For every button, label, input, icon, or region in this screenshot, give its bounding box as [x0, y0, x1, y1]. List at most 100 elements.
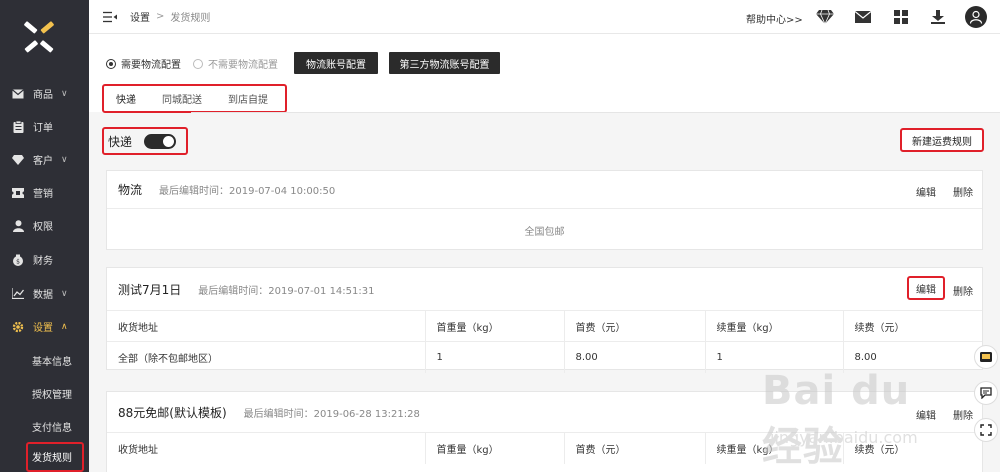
column-header: 续费（元） — [843, 432, 982, 464]
sidebar-item-label: 权限 — [33, 222, 53, 233]
card-header: 物流 最后编辑时间：2019-07-04 10:00:50 — [107, 171, 982, 209]
delivery-tabs: 快递 同城配送 到店自提 — [102, 84, 287, 113]
mail-icon — [12, 88, 24, 100]
sidebar-item-label: 财务 — [33, 256, 53, 267]
new-shipping-rule-button[interactable]: 新建运费规则 — [900, 128, 984, 152]
edit-button[interactable]: 编辑 — [916, 407, 936, 422]
radio-no-logistics[interactable]: 不需要物流配置 — [193, 56, 278, 71]
logistics-account-button[interactable]: 物流账号配置 — [294, 52, 378, 74]
column-header: 首重量（kg） — [425, 432, 565, 464]
delete-button[interactable]: 删除 — [953, 184, 973, 199]
grid-icon[interactable] — [892, 9, 910, 25]
card-title: 88元免邮(默认模板) — [118, 405, 227, 420]
app-window: 商品 ∨ 订单 客户 ∨ 营销 权限 $ 财务 数据 ∨ 设置 ∧ 基本信息 授… — [0, 0, 1000, 472]
help-center-link[interactable]: 帮助中心>> — [746, 11, 803, 26]
card-header: 测试7月1日 最后编辑时间：2019-07-01 14:51:31 — [107, 268, 982, 310]
column-header: 收货地址 — [107, 432, 426, 464]
chevron-down-icon: ∨ — [61, 88, 68, 99]
breadcrumb-separator: > — [156, 11, 165, 22]
diamond-icon — [12, 154, 24, 166]
edit-button[interactable]: 编辑 — [907, 276, 945, 300]
top-header: 设置 > 发货规则 帮助中心>> — [89, 0, 1000, 34]
card-header: 88元免邮(默认模板) 最后编辑时间：2019-06-28 13:21:28 — [107, 392, 982, 432]
ticket-icon — [12, 187, 24, 199]
shipping-fee-table: 收货地址 首重量（kg） 首费（元） 续重量（kg） 续费（元） — [107, 432, 982, 464]
sidebar-item-orders[interactable]: 订单 — [0, 110, 89, 143]
column-header: 首费（元） — [564, 310, 706, 342]
table-cell: 1 — [705, 341, 844, 373]
sidebar: 商品 ∨ 订单 客户 ∨ 营销 权限 $ 财务 数据 ∨ 设置 ∧ 基本信息 授… — [0, 0, 89, 472]
table-header-row: 收货地址 首重量（kg） 首费（元） 续重量（kg） 续费（元） — [107, 432, 982, 464]
svg-text:$: $ — [16, 258, 20, 265]
shipping-rule-card: 88元免邮(默认模板) 最后编辑时间：2019-06-28 13:21:28 编… — [106, 391, 983, 472]
chevron-down-icon: ∨ — [61, 288, 68, 299]
sidebar-item-marketing[interactable]: 营销 — [0, 176, 89, 209]
chat-float-icon[interactable] — [974, 381, 998, 405]
diamond-icon[interactable] — [816, 9, 834, 25]
table-row: 全部（除不包邮地区） 1 8.00 1 8.00 — [107, 341, 982, 373]
column-header: 首费（元） — [564, 432, 706, 464]
table-header-row: 收货地址 首重量（kg） 首费（元） 续重量（kg） 续费（元） — [107, 310, 982, 342]
download-icon[interactable] — [929, 9, 947, 25]
sidebar-item-finance[interactable]: $ 财务 — [0, 243, 89, 276]
breadcrumb: 设置 > 发货规则 — [130, 9, 210, 24]
sidebar-item-label: 营销 — [33, 189, 53, 200]
sidebar-item-label: 商品 — [33, 90, 53, 101]
shipping-rule-card: 物流 最后编辑时间：2019-07-04 10:00:50 编辑 删除 全国包邮 — [106, 170, 983, 250]
main-content: 需要物流配置 不需要物流配置 物流账号配置 第三方物流账号配置 快递 同城配送 … — [89, 34, 1000, 472]
table-cell: 8.00 — [564, 341, 706, 373]
user-icon — [12, 219, 24, 232]
sidebar-item-goods[interactable]: 商品 ∨ — [0, 77, 89, 110]
expand-float-icon[interactable] — [974, 418, 998, 442]
chevron-down-icon: ∨ — [61, 154, 68, 165]
free-shipping-text: 全国包邮 — [524, 226, 565, 238]
tab-same-city[interactable]: 同城配送 — [162, 91, 202, 106]
tab-self-pickup[interactable]: 到店自提 — [228, 91, 268, 106]
table-cell: 8.00 — [843, 341, 982, 373]
mail-icon[interactable] — [854, 9, 872, 25]
chevron-up-icon: ∧ — [61, 321, 68, 332]
gear-icon — [12, 321, 24, 333]
brand-logo[interactable] — [0, 0, 89, 80]
card-edit-time: 最后编辑时间：2019-07-04 10:00:50 — [159, 186, 336, 197]
column-header: 续重量（kg） — [705, 432, 844, 464]
sidebar-item-permissions[interactable]: 权限 — [0, 209, 89, 242]
table-cell: 全部（除不包邮地区） — [107, 341, 426, 373]
card-edit-time: 最后编辑时间：2019-07-01 14:51:31 — [198, 285, 375, 297]
table-cell: 1 — [425, 341, 565, 373]
delete-button[interactable]: 删除 — [953, 407, 973, 422]
menu-collapse-icon[interactable] — [103, 11, 117, 23]
sidebar-subitem-authorization[interactable]: 授权管理 — [0, 377, 89, 410]
breadcrumb-root[interactable]: 设置 — [130, 9, 150, 24]
sidebar-item-settings[interactable]: 设置 ∧ — [0, 310, 89, 343]
edit-button[interactable]: 编辑 — [916, 184, 936, 199]
sidebar-item-customers[interactable]: 客户 ∨ — [0, 143, 89, 176]
sidebar-subitem-shipping-rules[interactable]: 发货规则 — [0, 440, 89, 472]
express-label: 快递 — [108, 134, 133, 149]
third-party-account-button[interactable]: 第三方物流账号配置 — [389, 52, 500, 74]
chart-icon — [12, 288, 24, 300]
delete-button[interactable]: 删除 — [953, 283, 973, 298]
sidebar-subitem-payment-info[interactable]: 支付信息 — [0, 410, 89, 443]
radio-dot — [193, 58, 203, 69]
tab-express[interactable]: 快递 — [116, 91, 136, 106]
message-float-icon[interactable] — [974, 345, 998, 369]
column-header: 续重量（kg） — [705, 310, 844, 342]
clipboard-icon — [12, 120, 24, 133]
card-title: 测试7月1日 — [118, 282, 182, 297]
card-edit-time: 最后编辑时间：2019-06-28 13:21:28 — [243, 408, 420, 420]
shipping-rule-card: 测试7月1日 最后编辑时间：2019-07-01 14:51:31 编辑 删除 … — [106, 267, 983, 373]
radio-need-logistics[interactable]: 需要物流配置 — [106, 56, 181, 71]
breadcrumb-current: 发货规则 — [170, 13, 211, 24]
sidebar-subitem-basic-info[interactable]: 基本信息 — [0, 344, 89, 377]
column-header: 收货地址 — [107, 310, 426, 342]
column-header: 首重量（kg） — [425, 310, 565, 342]
sidebar-item-label: 订单 — [33, 123, 53, 134]
sidebar-item-label: 数据 — [33, 290, 53, 301]
express-toggle-switch[interactable] — [144, 133, 177, 149]
sidebar-item-data[interactable]: 数据 ∨ — [0, 277, 89, 310]
shipping-fee-table: 收货地址 首重量（kg） 首费（元） 续重量（kg） 续费（元） 全部（除不包邮… — [107, 310, 982, 373]
avatar[interactable] — [965, 6, 987, 28]
sidebar-item-label: 设置 — [33, 323, 53, 334]
card-title: 物流 — [118, 183, 143, 197]
